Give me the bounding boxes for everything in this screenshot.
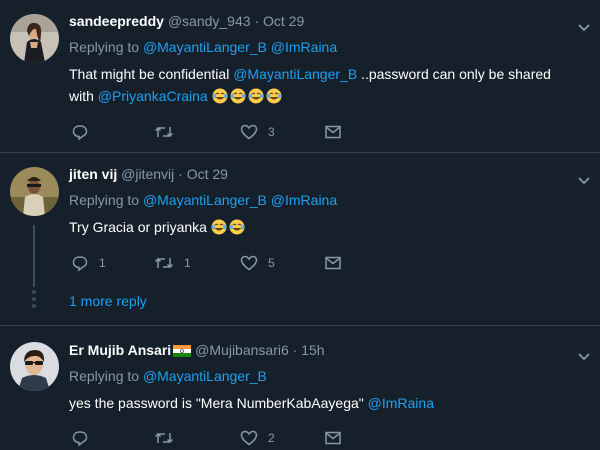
tweet-er-mujib-ansari[interactable]: Er Mujib Ansari @Mujibansari6 · 15h Reply…	[0, 326, 600, 450]
laughing-tears-emoji-icon	[229, 219, 245, 235]
replying-label: Replying to	[69, 192, 140, 208]
text-segment: That might be confidential	[69, 66, 234, 82]
mention-link[interactable]: @PriyankaCraina	[98, 88, 208, 104]
thread-dots	[32, 290, 36, 311]
retweet-icon	[154, 432, 174, 444]
envelope-icon	[325, 125, 341, 139]
display-name[interactable]: sandeepreddy	[69, 13, 164, 29]
mention-link[interactable]: @MayantiLanger_B	[143, 39, 267, 55]
heart-icon	[240, 124, 258, 140]
tweet-header: sandeepreddy @sandy_943 · Oct 29	[69, 13, 304, 29]
laughing-tears-emoji-icon	[266, 88, 282, 104]
laughing-tears-emoji-icon	[212, 88, 228, 104]
retweet-button[interactable]	[154, 428, 184, 448]
tweet-actions: 3	[71, 122, 371, 142]
reply-icon	[72, 256, 88, 272]
emoji-group	[211, 219, 247, 235]
more-replies-link[interactable]: 1 more reply	[69, 293, 147, 309]
replying-label: Replying to	[69, 39, 140, 55]
like-button[interactable]: 3	[240, 122, 275, 142]
reply-button[interactable]: 1	[71, 253, 106, 273]
reply-button[interactable]	[71, 122, 99, 142]
separator: ·	[292, 342, 298, 358]
display-name[interactable]: jiten vij	[69, 166, 117, 182]
mention-link[interactable]: @ImRaina	[271, 192, 337, 208]
mention-link[interactable]: @ImRaina	[271, 39, 337, 55]
reply-count: 1	[99, 256, 106, 270]
reply-button[interactable]	[71, 428, 99, 448]
message-button[interactable]	[324, 122, 342, 142]
thread-line	[33, 225, 35, 287]
heart-icon	[240, 430, 258, 446]
mention-link[interactable]: @MayantiLanger_B	[233, 66, 357, 82]
like-button[interactable]: 2	[240, 428, 275, 448]
tweet-header: jiten vij @jitenvij · Oct 29	[69, 166, 228, 182]
replying-to: Replying to @MayantiLanger_B @ImRaina	[69, 192, 337, 208]
laughing-tears-emoji-icon	[211, 219, 227, 235]
tweet-actions: 1 1 5	[71, 253, 371, 273]
tweet-text: yes the password is "Mera NumberKabAayeg…	[69, 392, 574, 414]
separator: ·	[254, 13, 260, 29]
retweet-count: 1	[184, 256, 191, 270]
tweet-jiten-vij[interactable]: jiten vij @jitenvij · Oct 29 Replying to…	[0, 153, 600, 325]
like-button[interactable]: 5	[240, 253, 275, 273]
like-count: 3	[268, 125, 275, 139]
timestamp[interactable]: 15h	[301, 342, 324, 358]
user-handle[interactable]: @jitenvij	[121, 166, 174, 182]
separator: ·	[178, 166, 183, 182]
laughing-tears-emoji-icon	[248, 88, 264, 104]
like-count: 5	[268, 256, 275, 270]
user-handle[interactable]: @sandy_943	[168, 13, 251, 29]
chevron-down-icon[interactable]	[577, 23, 591, 33]
emoji-group	[212, 88, 284, 104]
tweet-actions: 2	[71, 428, 371, 448]
avatar[interactable]	[10, 14, 59, 63]
avatar[interactable]	[10, 167, 59, 216]
text-segment: yes the password is "Mera NumberKabAayeg…	[69, 395, 368, 411]
display-name[interactable]: Er Mujib Ansari	[69, 342, 171, 358]
tweet-text: That might be confidential @MayantiLange…	[69, 63, 574, 107]
like-count: 2	[268, 431, 275, 445]
timestamp[interactable]: Oct 29	[263, 13, 304, 29]
user-handle[interactable]: @Mujibansari6	[195, 342, 289, 358]
text-segment: Try Gracia or priyanka	[69, 219, 207, 235]
tweet-header: Er Mujib Ansari @Mujibansari6 · 15h	[69, 342, 325, 358]
replying-label: Replying to	[69, 368, 140, 384]
mention-link[interactable]: @MayantiLanger_B	[143, 192, 267, 208]
envelope-icon	[325, 431, 341, 445]
replying-to: Replying to @MayantiLanger_B @ImRaina	[69, 39, 337, 55]
message-button[interactable]	[324, 428, 342, 448]
retweet-icon	[154, 126, 174, 138]
timestamp[interactable]: Oct 29	[187, 166, 228, 182]
retweet-icon	[154, 257, 174, 269]
avatar[interactable]	[10, 342, 59, 391]
tweet-sandeepreddy[interactable]: sandeepreddy @sandy_943 · Oct 29 Replyin…	[0, 0, 600, 152]
laughing-tears-emoji-icon	[230, 88, 246, 104]
reply-icon	[72, 431, 88, 447]
retweet-button[interactable]: 1	[154, 253, 191, 273]
india-flag-icon	[173, 345, 192, 357]
heart-icon	[240, 255, 258, 271]
retweet-button[interactable]	[154, 122, 184, 142]
tweet-text: Try Gracia or priyanka	[69, 216, 574, 238]
mention-link[interactable]: @MayantiLanger_B	[143, 368, 267, 384]
chevron-down-icon[interactable]	[577, 352, 591, 362]
chevron-down-icon[interactable]	[577, 176, 591, 186]
mention-link[interactable]: @ImRaina	[368, 395, 434, 411]
reply-icon	[72, 125, 88, 141]
replying-to: Replying to @MayantiLanger_B	[69, 368, 267, 384]
envelope-icon	[325, 256, 341, 270]
message-button[interactable]	[324, 253, 342, 273]
